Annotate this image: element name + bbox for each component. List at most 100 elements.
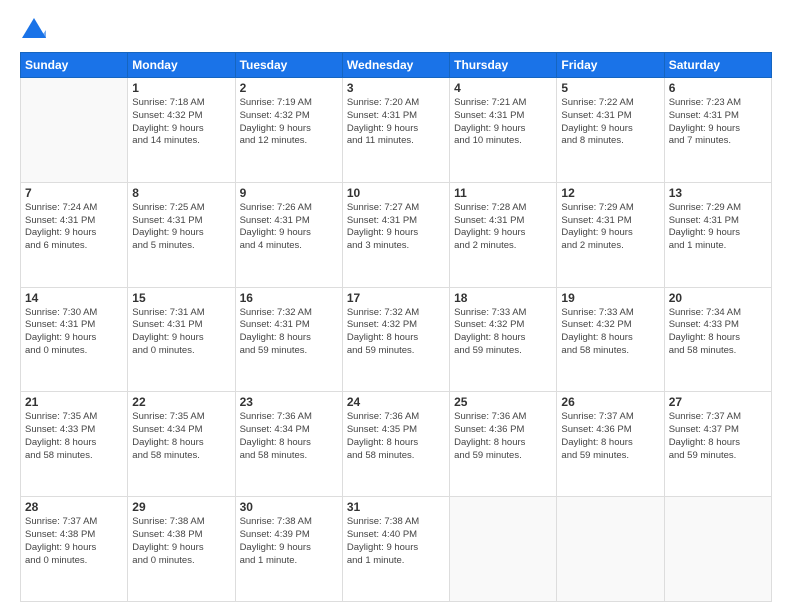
day-cell (557, 497, 664, 602)
day-number: 28 (25, 500, 123, 514)
day-cell: 3 Sunrise: 7:20 AMSunset: 4:31 PMDaylight… (342, 78, 449, 183)
day-info: Sunrise: 7:19 AMSunset: 4:32 PMDaylight:… (240, 97, 338, 148)
day-info: Sunrise: 7:36 AMSunset: 4:34 PMDaylight:… (240, 411, 338, 462)
day-number: 10 (347, 186, 445, 200)
day-cell: 7 Sunrise: 7:24 AMSunset: 4:31 PMDaylight… (21, 182, 128, 287)
logo (20, 16, 52, 44)
page: SundayMondayTuesdayWednesdayThursdayFrid… (0, 0, 792, 612)
day-number: 20 (669, 291, 767, 305)
day-cell: 17 Sunrise: 7:32 AMSunset: 4:32 PMDayligh… (342, 287, 449, 392)
header (20, 16, 772, 44)
day-number: 25 (454, 395, 552, 409)
day-number: 26 (561, 395, 659, 409)
day-cell: 2 Sunrise: 7:19 AMSunset: 4:32 PMDaylight… (235, 78, 342, 183)
day-number: 18 (454, 291, 552, 305)
day-cell: 13 Sunrise: 7:29 AMSunset: 4:31 PMDayligh… (664, 182, 771, 287)
day-cell: 16 Sunrise: 7:32 AMSunset: 4:31 PMDayligh… (235, 287, 342, 392)
day-info: Sunrise: 7:25 AMSunset: 4:31 PMDaylight:… (132, 202, 230, 253)
day-number: 9 (240, 186, 338, 200)
day-info: Sunrise: 7:32 AMSunset: 4:32 PMDaylight:… (347, 307, 445, 358)
day-number: 19 (561, 291, 659, 305)
day-number: 27 (669, 395, 767, 409)
day-info: Sunrise: 7:33 AMSunset: 4:32 PMDaylight:… (561, 307, 659, 358)
day-cell: 5Sunrise: 7:22 AMSunset: 4:31 PMDaylight… (557, 78, 664, 183)
weekday-header-row: SundayMondayTuesdayWednesdayThursdayFrid… (21, 53, 772, 78)
day-number: 14 (25, 291, 123, 305)
day-cell: 12Sunrise: 7:29 AMSunset: 4:31 PMDayligh… (557, 182, 664, 287)
day-number: 17 (347, 291, 445, 305)
day-cell (664, 497, 771, 602)
day-info: Sunrise: 7:38 AMSunset: 4:39 PMDaylight:… (240, 516, 338, 567)
day-info: Sunrise: 7:32 AMSunset: 4:31 PMDaylight:… (240, 307, 338, 358)
day-number: 15 (132, 291, 230, 305)
day-number: 12 (561, 186, 659, 200)
day-cell: 18Sunrise: 7:33 AMSunset: 4:32 PMDayligh… (450, 287, 557, 392)
day-number: 8 (132, 186, 230, 200)
day-number: 3 (347, 81, 445, 95)
day-info: Sunrise: 7:38 AMSunset: 4:38 PMDaylight:… (132, 516, 230, 567)
day-cell: 23 Sunrise: 7:36 AMSunset: 4:34 PMDayligh… (235, 392, 342, 497)
day-cell: 11 Sunrise: 7:28 AMSunset: 4:31 PMDayligh… (450, 182, 557, 287)
day-cell: 29 Sunrise: 7:38 AMSunset: 4:38 PMDayligh… (128, 497, 235, 602)
day-info: Sunrise: 7:31 AMSunset: 4:31 PMDaylight:… (132, 307, 230, 358)
day-cell: 22 Sunrise: 7:35 AMSunset: 4:34 PMDayligh… (128, 392, 235, 497)
day-cell (21, 78, 128, 183)
day-info: Sunrise: 7:18 AMSunset: 4:32 PMDaylight:… (132, 97, 230, 148)
day-info: Sunrise: 7:20 AMSunset: 4:31 PMDaylight:… (347, 97, 445, 148)
day-cell: 10 Sunrise: 7:27 AMSunset: 4:31 PMDayligh… (342, 182, 449, 287)
day-info: Sunrise: 7:30 AMSunset: 4:31 PMDaylight:… (25, 307, 123, 358)
weekday-saturday: Saturday (664, 53, 771, 78)
day-number: 11 (454, 186, 552, 200)
day-cell: 21 Sunrise: 7:35 AMSunset: 4:33 PMDayligh… (21, 392, 128, 497)
day-cell: 9 Sunrise: 7:26 AMSunset: 4:31 PMDaylight… (235, 182, 342, 287)
day-cell: 20Sunrise: 7:34 AMSunset: 4:33 PMDayligh… (664, 287, 771, 392)
week-row-1: 1 Sunrise: 7:18 AMSunset: 4:32 PMDaylight… (21, 78, 772, 183)
day-cell: 15 Sunrise: 7:31 AMSunset: 4:31 PMDayligh… (128, 287, 235, 392)
weekday-friday: Friday (557, 53, 664, 78)
weekday-sunday: Sunday (21, 53, 128, 78)
day-number: 6 (669, 81, 767, 95)
day-info: Sunrise: 7:29 AMSunset: 4:31 PMDaylight:… (669, 202, 767, 253)
day-info: Sunrise: 7:23 AMSunset: 4:31 PMDaylight:… (669, 97, 767, 148)
day-number: 23 (240, 395, 338, 409)
week-row-4: 21 Sunrise: 7:35 AMSunset: 4:33 PMDayligh… (21, 392, 772, 497)
day-info: Sunrise: 7:38 AMSunset: 4:40 PMDaylight:… (347, 516, 445, 567)
day-info: Sunrise: 7:36 AMSunset: 4:36 PMDaylight:… (454, 411, 552, 462)
day-info: Sunrise: 7:37 AMSunset: 4:38 PMDaylight:… (25, 516, 123, 567)
day-cell: 14 Sunrise: 7:30 AMSunset: 4:31 PMDayligh… (21, 287, 128, 392)
day-cell: 4 Sunrise: 7:21 AMSunset: 4:31 PMDaylight… (450, 78, 557, 183)
day-info: Sunrise: 7:35 AMSunset: 4:34 PMDaylight:… (132, 411, 230, 462)
weekday-thursday: Thursday (450, 53, 557, 78)
day-number: 7 (25, 186, 123, 200)
day-info: Sunrise: 7:22 AMSunset: 4:31 PMDaylight:… (561, 97, 659, 148)
day-number: 29 (132, 500, 230, 514)
day-number: 21 (25, 395, 123, 409)
day-info: Sunrise: 7:27 AMSunset: 4:31 PMDaylight:… (347, 202, 445, 253)
weekday-monday: Monday (128, 53, 235, 78)
day-cell: 6 Sunrise: 7:23 AMSunset: 4:31 PMDaylight… (664, 78, 771, 183)
day-number: 31 (347, 500, 445, 514)
day-number: 13 (669, 186, 767, 200)
day-number: 2 (240, 81, 338, 95)
day-cell: 24Sunrise: 7:36 AMSunset: 4:35 PMDayligh… (342, 392, 449, 497)
day-number: 4 (454, 81, 552, 95)
day-cell: 1 Sunrise: 7:18 AMSunset: 4:32 PMDaylight… (128, 78, 235, 183)
day-number: 22 (132, 395, 230, 409)
week-row-3: 14 Sunrise: 7:30 AMSunset: 4:31 PMDayligh… (21, 287, 772, 392)
day-info: Sunrise: 7:37 AMSunset: 4:36 PMDaylight:… (561, 411, 659, 462)
day-info: Sunrise: 7:26 AMSunset: 4:31 PMDaylight:… (240, 202, 338, 253)
day-info: Sunrise: 7:37 AMSunset: 4:37 PMDaylight:… (669, 411, 767, 462)
calendar: SundayMondayTuesdayWednesdayThursdayFrid… (20, 52, 772, 602)
day-cell: 31 Sunrise: 7:38 AMSunset: 4:40 PMDayligh… (342, 497, 449, 602)
day-number: 30 (240, 500, 338, 514)
logo-icon (20, 16, 48, 44)
day-info: Sunrise: 7:35 AMSunset: 4:33 PMDaylight:… (25, 411, 123, 462)
day-info: Sunrise: 7:28 AMSunset: 4:31 PMDaylight:… (454, 202, 552, 253)
day-info: Sunrise: 7:21 AMSunset: 4:31 PMDaylight:… (454, 97, 552, 148)
day-cell: 27 Sunrise: 7:37 AMSunset: 4:37 PMDayligh… (664, 392, 771, 497)
day-number: 1 (132, 81, 230, 95)
day-cell: 30 Sunrise: 7:38 AMSunset: 4:39 PMDayligh… (235, 497, 342, 602)
week-row-2: 7 Sunrise: 7:24 AMSunset: 4:31 PMDaylight… (21, 182, 772, 287)
day-number: 16 (240, 291, 338, 305)
day-info: Sunrise: 7:24 AMSunset: 4:31 PMDaylight:… (25, 202, 123, 253)
